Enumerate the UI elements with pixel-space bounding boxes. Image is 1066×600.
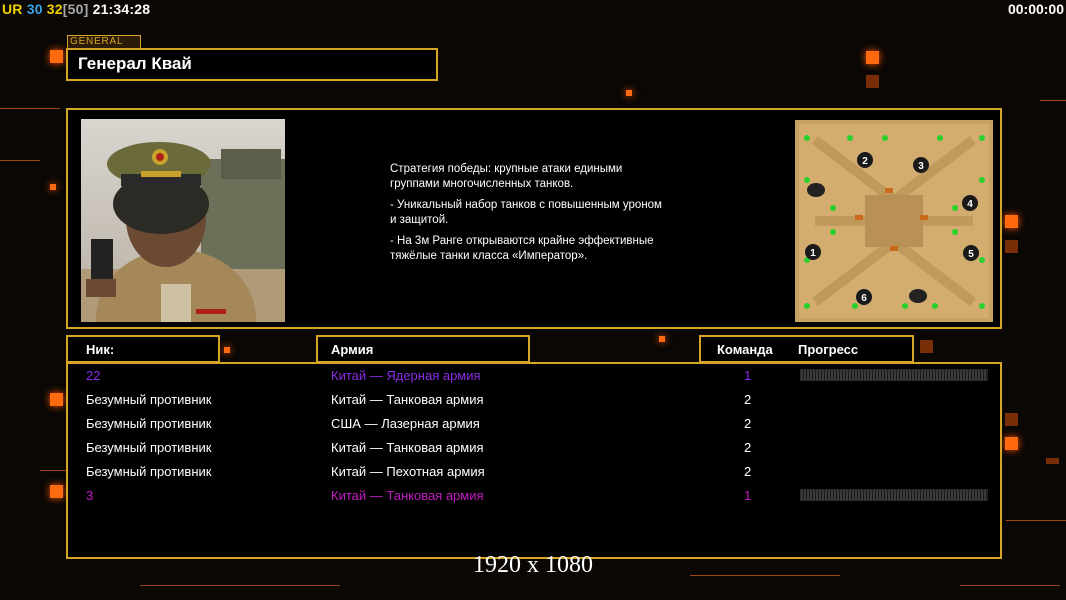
hud-clock: 21:34:28 <box>92 1 151 17</box>
player-team: 2 <box>744 416 752 431</box>
hud-cap: [50] <box>62 1 89 17</box>
strategy-line: - Уникальный набор танков с повышенным у… <box>390 199 662 226</box>
player-row: Безумный противник Китай — Пехотная армия… <box>68 461 1000 485</box>
strategy-line: - На 3м Ранге открываются крайне эффекти… <box>390 235 654 262</box>
general-portrait-image <box>81 119 285 322</box>
spawn-label: 4 <box>967 199 973 210</box>
player-army: Китай — Танковая армия <box>331 488 484 503</box>
spawn-label: 6 <box>861 293 867 304</box>
header-nick: Ник: <box>66 335 220 363</box>
header-team-label: Команда <box>717 342 773 357</box>
spawn-label: 3 <box>918 161 924 172</box>
player-army: Китай — Танковая армия <box>331 392 484 407</box>
general-info-panel: Стратегия победы: крупные атаки едиными … <box>66 108 1002 329</box>
header-nick-label: Ник: <box>86 342 115 357</box>
general-name-box: Генерал Квай <box>66 48 438 81</box>
player-nick: Безумный противник <box>86 440 212 455</box>
player-nick: Безумный противник <box>86 416 212 431</box>
player-row: 22 Китай — Ядерная армия 1 <box>68 365 1000 389</box>
player-nick: Безумный противник <box>86 464 212 479</box>
player-nick: 3 <box>86 488 94 503</box>
header-army: Армия <box>316 335 530 363</box>
hud-stats: UR 30 32[50] 21:34:28 <box>2 1 150 17</box>
player-nick: Безумный противник <box>86 392 212 407</box>
player-team: 2 <box>744 392 752 407</box>
general-tag: GENERAL <box>67 35 141 49</box>
spawn-label: 1 <box>810 248 816 259</box>
player-row: 3 Китай — Танковая армия 1 <box>68 485 1000 509</box>
player-nick: 22 <box>86 368 101 383</box>
player-team: 2 <box>744 440 752 455</box>
strategy-line: Стратегия победы: крупные атаки едиными … <box>390 163 623 190</box>
header-team-progress: Команда Прогресс <box>699 335 914 363</box>
player-team: 2 <box>744 464 752 479</box>
header-progress-label: Прогресс <box>798 342 859 357</box>
hud-count: 32 <box>46 1 63 17</box>
players-panel: 22 Китай — Ядерная армия 1 Безумный противн… <box>66 362 1002 559</box>
resolution-label: 1920 x 1080 <box>473 552 593 578</box>
hud-ur: UR <box>2 1 23 17</box>
player-army: Китай — Ядерная армия <box>331 368 481 383</box>
player-army: Китай — Танковая армия <box>331 440 484 455</box>
general-name: Генерал Квай <box>78 54 192 73</box>
player-row: Безумный противник Китай — Танковая армия… <box>68 437 1000 461</box>
spawn-label: 5 <box>968 249 974 260</box>
player-army: США — Лазерная армия <box>331 416 480 431</box>
player-army: Китай — Пехотная армия <box>331 464 485 479</box>
player-row: Безумный противник США — Лазерная армия 2 <box>68 413 1000 437</box>
progress-bar <box>800 369 988 381</box>
progress-bar <box>800 489 988 501</box>
spawn-label: 2 <box>862 156 868 167</box>
minimap-image: 1 2 3 4 5 6 <box>795 120 993 322</box>
game-timer: 00:00:00 <box>1007 1 1064 17</box>
player-row: Безумный противник Китай — Танковая армия… <box>68 389 1000 413</box>
hud-fps: 30 <box>26 1 43 17</box>
header-army-label: Армия <box>331 342 374 357</box>
player-team: 1 <box>744 488 752 503</box>
strategy-text: Стратегия победы: крупные атаки едиными … <box>390 162 720 270</box>
player-team: 1 <box>744 368 752 383</box>
